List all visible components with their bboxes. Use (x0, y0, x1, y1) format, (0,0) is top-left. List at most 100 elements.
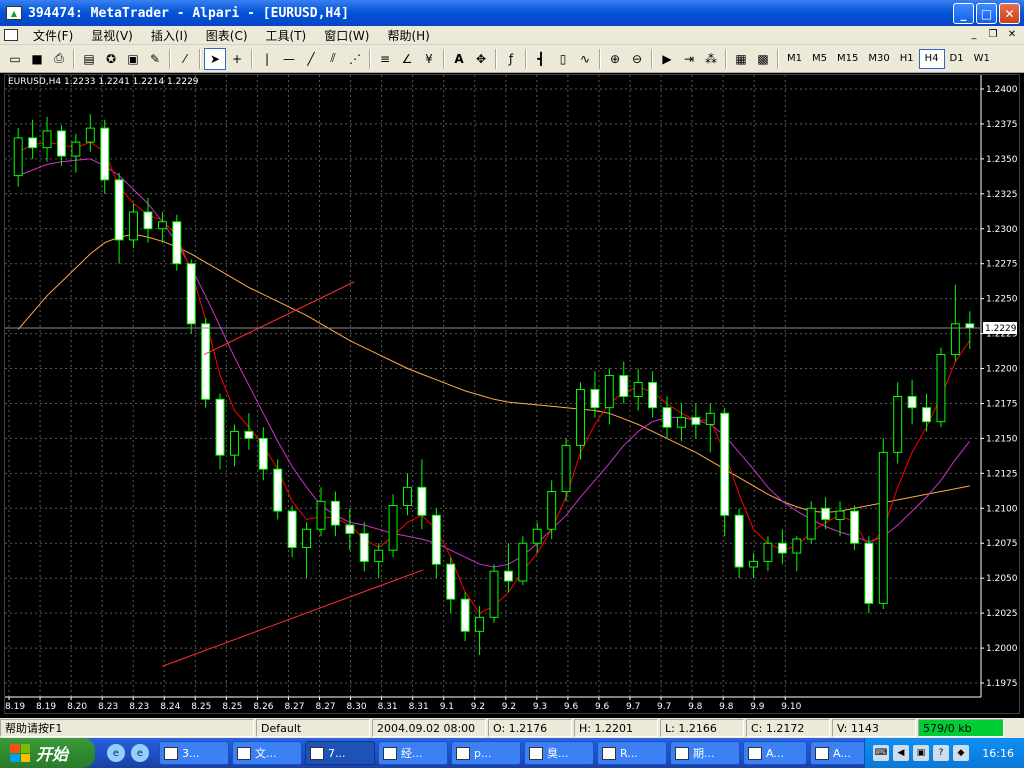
arrows-icon[interactable]: ✥ (470, 48, 492, 70)
horizontal-line-icon[interactable]: — (278, 48, 300, 70)
templates-icon[interactable]: ▦ (730, 48, 752, 70)
channel-icon[interactable]: ⫽ (322, 48, 344, 70)
periods-icon[interactable]: ▩ (752, 48, 774, 70)
task-metatrader[interactable]: 3... (159, 741, 229, 765)
task-10[interactable]: A... (810, 741, 866, 765)
candle-body (576, 388, 585, 446)
task-7[interactable]: R... (597, 741, 667, 765)
mdi-minimize-icon[interactable]: _ (966, 27, 982, 42)
vertical-line-icon[interactable]: | (256, 48, 278, 70)
candle-body (100, 127, 110, 181)
help-icon[interactable]: ? (933, 745, 949, 761)
tf-m1[interactable]: M1 (782, 49, 807, 69)
menu-view[interactable]: 显视(V) (82, 27, 142, 44)
menu-file[interactable]: 文件(F) (24, 27, 82, 44)
menu-window[interactable]: 窗口(W) (315, 27, 378, 44)
zoom-out-icon[interactable]: ⊖ (626, 48, 648, 70)
task-5[interactable]: p... (451, 741, 521, 765)
menu-tools[interactable]: 工具(T) (257, 27, 316, 44)
candle-body (806, 507, 816, 540)
windows-logo-icon (10, 744, 30, 762)
save-icon[interactable]: ■ (26, 48, 48, 70)
minimize-button[interactable]: _ (953, 3, 974, 24)
start-label: 开始 (36, 745, 69, 764)
line-chart-icon[interactable]: ∿ (574, 48, 596, 70)
candle-body (201, 323, 211, 400)
candle-body (705, 412, 715, 425)
trendline-icon[interactable]: ╱ (300, 48, 322, 70)
print-icon[interactable]: ⎙ (48, 48, 70, 70)
cursor-icon[interactable]: ➤ (204, 47, 226, 70)
bar-chart-icon[interactable]: ┫ (530, 48, 552, 70)
y-tick-label: 1.2375 (986, 120, 1018, 130)
crosshair-icon[interactable]: + (226, 48, 248, 70)
y-tick-label: 1.2125 (986, 469, 1018, 479)
status-volume: V: 1143 (832, 719, 916, 737)
task-4[interactable]: 经... (378, 741, 448, 765)
tf-m5[interactable]: M5 (807, 49, 832, 69)
task-8[interactable]: 期... (670, 741, 740, 765)
candle-body (864, 542, 874, 604)
andrews-pitchfork-icon[interactable]: ∠ (396, 48, 418, 70)
tf-w1[interactable]: W1 (969, 49, 995, 69)
task-3[interactable]: 7... (305, 741, 375, 765)
tf-m15[interactable]: M15 (832, 49, 863, 69)
market-watch-icon[interactable]: ▤ (78, 48, 100, 70)
fibonacci-icon[interactable]: ≡ (374, 48, 396, 70)
menu-charts[interactable]: 图表(C) (197, 27, 257, 44)
terminal-icon[interactable]: ▣ (122, 48, 144, 70)
candle-body (893, 395, 903, 453)
expert-advisor-icon[interactable]: ⁄ (174, 48, 196, 70)
maximize-button[interactable]: □ (976, 3, 997, 24)
tray-arrow-icon[interactable]: ◀ (893, 745, 909, 761)
app-tray-icon[interactable]: ◆ (953, 745, 969, 761)
new-chart-icon[interactable]: ▭ (4, 48, 26, 70)
candles-icon[interactable]: ▯ (552, 48, 574, 70)
y-tick-label: 1.2350 (986, 155, 1018, 165)
close-button[interactable]: ✕ (999, 3, 1020, 24)
candle-body (129, 211, 139, 241)
chart-window[interactable]: 1.2400 1.2375 1.2350 1.2325 1.2300 1.2275 1.22… (4, 74, 1020, 714)
keyboard-icon[interactable]: ⌨ (873, 745, 889, 761)
ma-slow-line (17, 233, 970, 514)
tf-m30[interactable]: M30 (863, 49, 894, 69)
candle-body (734, 514, 744, 568)
start-button[interactable]: 开始 (0, 738, 95, 768)
y-tick-label: 1.2150 (986, 434, 1018, 444)
menu-help[interactable]: 帮助(H) (378, 27, 438, 44)
trendline (162, 569, 424, 667)
menu-insert[interactable]: 插入(I) (142, 27, 197, 44)
show-desktop-icon[interactable]: e (131, 744, 149, 762)
mdi-restore-icon[interactable]: ❐ (985, 27, 1001, 42)
task-2[interactable]: 文... (232, 741, 302, 765)
zoom-in-icon[interactable]: ⊕ (604, 48, 626, 70)
candle-body (143, 211, 153, 230)
candle-body (691, 416, 701, 425)
task-6[interactable]: 臭... (524, 741, 594, 765)
internet-explorer-icon[interactable]: e (107, 744, 125, 762)
candle-body (316, 500, 326, 530)
options-icon[interactable]: ✎ (144, 48, 166, 70)
tf-h1[interactable]: H1 (895, 49, 919, 69)
text-icon[interactable]: A (448, 48, 470, 70)
tf-h4[interactable]: H4 (918, 48, 945, 69)
x-tick-label: 8.27 (284, 702, 304, 712)
navigator-icon[interactable]: ✪ (100, 48, 122, 70)
fractal-icon[interactable]: ¥ (418, 48, 440, 70)
objects-icon[interactable]: ⁂ (700, 48, 722, 70)
tf-d1[interactable]: D1 (945, 49, 969, 69)
price-chart[interactable]: 1.2400 1.2375 1.2350 1.2325 1.2300 1.2275 1.22… (5, 75, 1019, 713)
y-tick-label: 1.2050 (986, 574, 1018, 584)
x-tick-label: 9.1 (440, 702, 454, 712)
candle-body (878, 451, 888, 604)
autoscroll-icon[interactable]: ▶ (656, 48, 678, 70)
chart-shift-icon[interactable]: ⇥ (678, 48, 700, 70)
current-price-label: 1.2229 (985, 324, 1017, 334)
task-9[interactable]: A... (743, 741, 807, 765)
mdi-close-icon[interactable]: ✕ (1004, 27, 1020, 42)
gann-fan-icon[interactable]: ⋰ (344, 48, 366, 70)
document-icon[interactable] (4, 29, 18, 41)
x-tick-label: 9.8 (688, 702, 703, 712)
network-icon[interactable]: ▣ (913, 745, 929, 761)
indicators-icon[interactable]: ƒ (500, 48, 522, 70)
